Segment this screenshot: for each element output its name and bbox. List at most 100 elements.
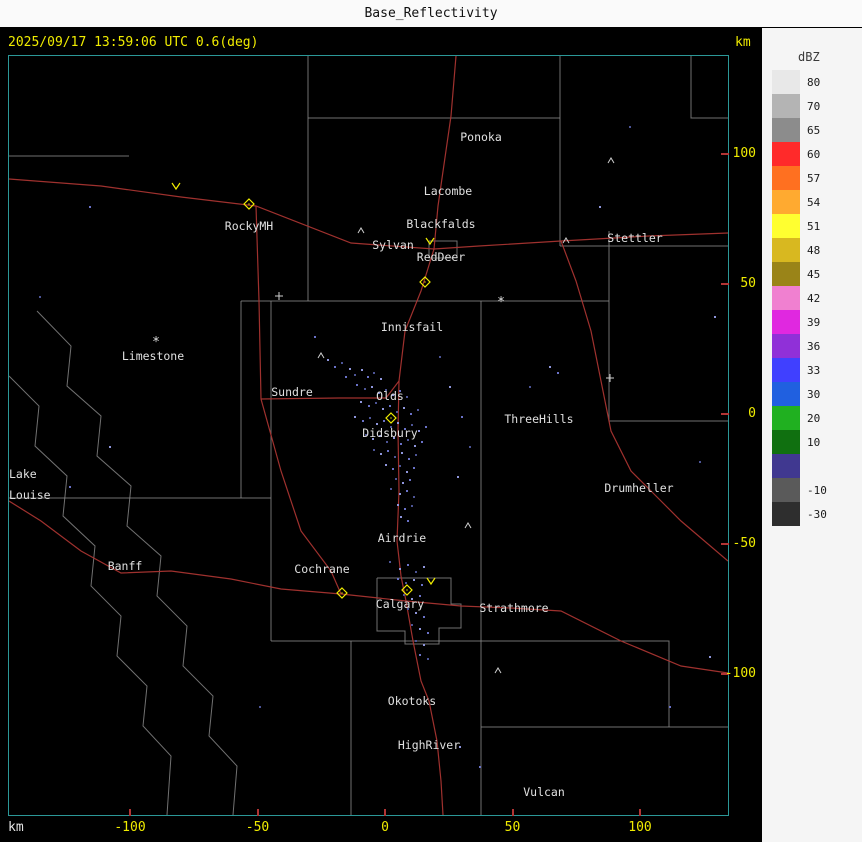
highway-line <box>9 500 407 602</box>
y-axis-tick-label: -50 <box>732 535 756 551</box>
colorbar-value-label: 42 <box>807 291 821 305</box>
echo-dot <box>557 372 559 374</box>
colorbar-value-label: 20 <box>807 411 821 425</box>
x-axis-unit-label: km <box>8 820 24 835</box>
echo-dot <box>389 561 391 563</box>
colorbar-entry: 48 <box>772 238 827 262</box>
colorbar-swatch <box>772 310 800 334</box>
echo-dot <box>109 446 111 448</box>
x-axis-tick <box>511 809 514 816</box>
color-scale: 80 70 65 60 57 54 51 48 45 42 39 36 33 30 20 10 -10 -30 <box>772 70 827 526</box>
colorbar-entry: 42 <box>772 286 827 310</box>
scan-timestamp: 2025/09/17 13:59:06 UTC 0.6(deg) <box>8 35 259 50</box>
echo-dot <box>427 632 429 634</box>
caret-marker-icon <box>357 227 365 234</box>
colorbar-entry: 33 <box>772 358 827 382</box>
echo-dot <box>469 446 471 448</box>
echo-dot <box>392 468 394 470</box>
city-label: Banff <box>108 559 143 573</box>
colorbar-swatch <box>772 430 800 454</box>
echo-dot <box>397 422 399 424</box>
city-label: RockyMH <box>225 219 274 233</box>
echo-dot <box>364 388 366 390</box>
x-axis-tick <box>639 809 641 816</box>
colorbar-value-label: 65 <box>807 123 821 137</box>
boundary-line <box>690 56 728 119</box>
echo-dot <box>529 386 531 388</box>
echo-dot <box>397 504 399 506</box>
colorbar-swatch <box>772 406 800 430</box>
highway-line <box>405 600 728 674</box>
echo-dot <box>403 407 405 409</box>
echo-dot <box>413 467 415 469</box>
colorbar-swatch <box>772 382 800 406</box>
echo-dot <box>401 452 403 454</box>
echo-dot <box>421 584 423 586</box>
radar-map[interactable]: * * Ponoka Lacombe Blackfalds Sylvan RedDeer St… <box>8 55 729 816</box>
radar-map-canvas: * * Ponoka Lacombe Blackfalds SylvanRedDeer St… <box>9 56 728 815</box>
echo-dot <box>413 496 415 498</box>
colorbar-entry: 39 <box>772 310 827 334</box>
echo-dot <box>400 443 402 445</box>
city-label: Sylvan <box>372 238 414 252</box>
echo-dot <box>387 450 389 452</box>
echo-dot <box>406 471 408 473</box>
city-label: Strathmore <box>479 601 548 615</box>
echo-dot <box>367 376 369 378</box>
radar-site-center-dot <box>341 592 343 594</box>
echo-dot <box>360 401 362 403</box>
display-area: 2025/09/17 13:59:06 UTC 0.6(deg) km * * Po… <box>0 28 862 842</box>
echo-dot <box>404 508 406 510</box>
echo-dot <box>414 445 416 447</box>
colorbar-swatch <box>772 94 800 118</box>
colorbar-swatch <box>772 190 800 214</box>
echo-dot <box>411 505 413 507</box>
caret-marker-icon <box>494 667 502 674</box>
colorbar-swatch <box>772 214 800 238</box>
window-title: Base_Reflectivity <box>364 6 498 21</box>
echo-dot <box>368 405 370 407</box>
echo-dot <box>354 416 356 418</box>
echo-dot <box>599 206 601 208</box>
echo-dot <box>439 356 441 358</box>
echo-dot <box>356 384 358 386</box>
colorbar-value-label: 51 <box>807 219 821 233</box>
echo-dot <box>341 362 343 364</box>
echo-dot <box>714 316 716 318</box>
echo-dot <box>390 488 392 490</box>
plus-marker-icon <box>606 374 614 382</box>
echo-dot <box>386 441 388 443</box>
colorbar-entry: 30 <box>772 382 827 406</box>
x-axis-tick-label: 0 <box>381 820 389 835</box>
colorbar-swatch <box>772 454 800 478</box>
highway-line <box>560 240 728 562</box>
star-marker-icon: * <box>497 295 505 310</box>
echo-dot <box>373 449 375 451</box>
colorbar-entry: 65 <box>772 118 827 142</box>
echo-dot <box>425 426 427 428</box>
highway-line <box>255 205 342 595</box>
boundary-line <box>481 640 670 727</box>
colorbar-swatch <box>772 70 800 94</box>
echo-dot <box>423 644 425 646</box>
caret-marker-icon <box>607 157 615 164</box>
city-label: Calgary <box>376 597 425 611</box>
radar-site-center-dot <box>390 417 392 419</box>
colorbar-swatch <box>772 478 800 502</box>
echo-dot <box>418 430 420 432</box>
colorbar-swatch <box>772 286 800 310</box>
echo-dot <box>406 490 408 492</box>
echo-dot <box>407 564 409 566</box>
echo-dot <box>423 566 425 568</box>
echo-dot <box>380 453 382 455</box>
city-label: Didsbury <box>362 426 417 440</box>
caret-marker-icon <box>464 522 472 529</box>
y-axis-tick-label: 50 <box>740 276 756 292</box>
x-axis-tick <box>384 809 386 816</box>
colorbar-entry: 36 <box>772 334 827 358</box>
x-axis-tick-label: 100 <box>628 820 652 835</box>
echo-dot <box>449 386 451 388</box>
echo-dot <box>457 476 459 478</box>
color-scale-title: dBZ <box>798 50 820 64</box>
colorbar-entry: 54 <box>772 190 827 214</box>
